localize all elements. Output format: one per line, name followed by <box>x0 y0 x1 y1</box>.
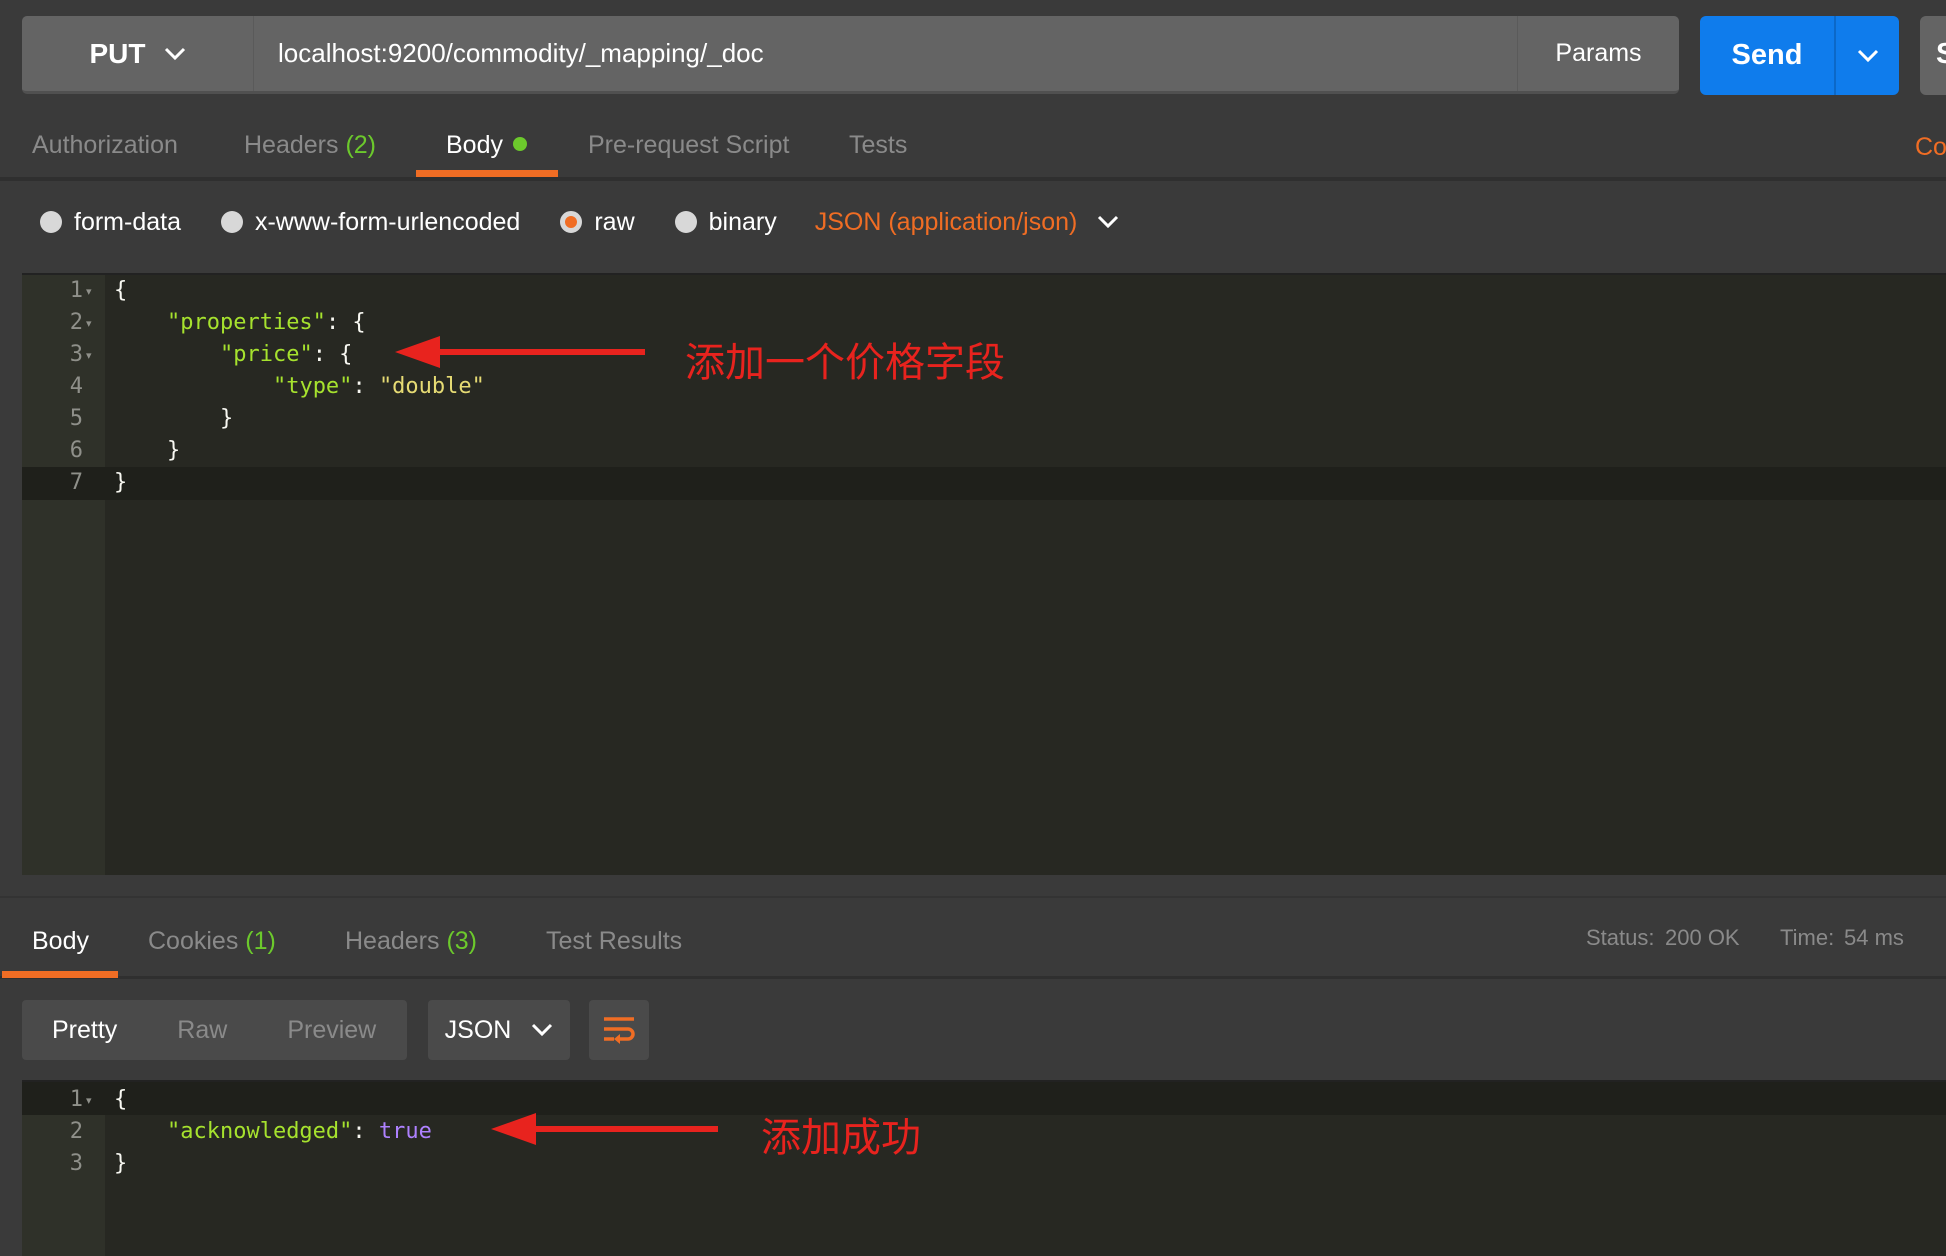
content-type-dropdown[interactable]: JSON (application/json) <box>815 208 1120 237</box>
line-number: 2 <box>69 1119 83 1144</box>
fold-icon[interactable]: ▾ <box>86 349 92 362</box>
code-line: { <box>114 278 128 303</box>
url-input[interactable]: localhost:9200/commodity/_mapping/_doc <box>278 16 764 91</box>
tab-label: Authorization <box>32 131 178 159</box>
annotation-arrow-icon <box>395 336 645 368</box>
annotation-request: 添加一个价格字段 <box>685 340 1005 386</box>
response-format-dropdown[interactable]: JSON <box>428 1000 570 1060</box>
params-button[interactable]: Params <box>1517 16 1679 91</box>
method-label: PUT <box>89 37 146 69</box>
code-line: "type": "double" <box>272 374 485 399</box>
chevron-down-icon <box>164 47 185 60</box>
send-button[interactable]: Send <box>1700 16 1836 95</box>
status-label: Status: <box>1586 925 1655 950</box>
radio-binary[interactable]: binary <box>674 207 777 237</box>
radio-raw[interactable]: raw <box>560 207 635 237</box>
annotation-arrow-icon <box>491 1113 718 1145</box>
tab-label: Body <box>446 131 503 159</box>
code-line: { <box>114 1087 128 1112</box>
tab-label: Test Results <box>546 927 683 955</box>
line-number: 3 <box>69 1151 83 1176</box>
method-dropdown[interactable]: PUT <box>22 16 254 91</box>
code-line: "acknowledged": true <box>166 1119 432 1144</box>
fold-icon[interactable]: ▾ <box>86 285 92 298</box>
headers-count: (2) <box>345 131 377 159</box>
radio-label: binary <box>708 207 777 236</box>
line-number: 1 <box>69 1087 83 1112</box>
chevron-down-icon <box>1857 49 1879 62</box>
tab-label: Pre-request Script <box>588 131 790 159</box>
line-number: 1 <box>69 278 83 303</box>
wrap-lines-icon <box>604 1017 635 1044</box>
tab-label: Headers <box>244 131 339 159</box>
request-tabs: Authorization Headers (2) Body Pre-reque… <box>0 120 1946 181</box>
cookies-link[interactable]: Co <box>1915 133 1946 162</box>
line-number: 5 <box>69 406 83 431</box>
tab-response-body[interactable]: Body <box>2 920 118 978</box>
radio-icon <box>220 211 243 233</box>
status-value: 200 OK <box>1665 925 1740 950</box>
request-bar: PUT localhost:9200/commodity/_mapping/_d… <box>22 16 1679 94</box>
tab-authorization[interactable]: Authorization <box>2 120 208 177</box>
tab-response-headers[interactable]: Headers (3) <box>315 920 507 978</box>
tab-response-cookies[interactable]: Cookies (1) <box>118 920 306 978</box>
code-line: } <box>114 438 181 463</box>
body-indicator-dot <box>512 137 527 151</box>
line-number: 6 <box>69 438 83 463</box>
tab-tests[interactable]: Tests <box>819 120 937 177</box>
radio-x-www-form-urlencoded[interactable]: x-www-form-urlencoded <box>220 207 521 237</box>
line-number: 4 <box>69 374 83 399</box>
tab-test-results[interactable]: Test Results <box>516 920 712 978</box>
code-line: "properties": { <box>166 310 366 335</box>
response-body-viewer: 1 2 3 ▾ { "acknowledged": true } <box>22 1080 1946 1256</box>
content-type-label: JSON (application/json) <box>814 207 1078 236</box>
radio-label: raw <box>594 207 635 236</box>
radio-form-data[interactable]: form-data <box>40 208 181 237</box>
fold-icon[interactable]: ▾ <box>86 317 92 330</box>
fold-icon[interactable]: ▾ <box>86 1094 92 1107</box>
cookies-count: (1) <box>245 927 276 955</box>
code-line: } <box>114 406 234 431</box>
radio-icon <box>40 211 62 233</box>
annotation-response: 添加成功 <box>761 1115 921 1161</box>
code-line: "price": { <box>219 342 353 367</box>
wrap-lines-button[interactable] <box>589 1000 649 1060</box>
chevron-down-icon <box>1098 215 1119 229</box>
line-number: 7 <box>69 470 83 495</box>
body-type-selector: form-data x-www-form-urlencoded raw bina… <box>40 204 1119 240</box>
radio-icon <box>674 211 697 233</box>
time-label: Time: <box>1780 925 1835 950</box>
radio-label: x-www-form-urlencoded <box>254 207 521 236</box>
mode-preview[interactable]: Preview <box>257 1016 406 1045</box>
active-line-highlight <box>22 467 1946 500</box>
tab-body[interactable]: Body <box>416 120 558 177</box>
chevron-down-icon <box>532 1023 553 1037</box>
line-number: 2 <box>69 310 83 335</box>
tab-label: Headers <box>345 927 440 955</box>
code-line: } <box>114 470 128 495</box>
radio-label: form-data <box>74 207 181 236</box>
line-number: 3 <box>69 342 83 367</box>
response-view-modes: Pretty Raw Preview <box>22 1000 407 1060</box>
tab-label: Cookies <box>148 927 239 955</box>
send-button-group: Send <box>1700 16 1899 95</box>
radio-selected-icon <box>560 211 583 233</box>
time-value: 54 ms <box>1844 925 1904 950</box>
tab-label: Body <box>32 927 89 955</box>
tab-headers[interactable]: Headers (2) <box>214 120 406 177</box>
send-dropdown-button[interactable] <box>1837 16 1899 95</box>
tab-pre-request-script[interactable]: Pre-request Script <box>558 120 819 177</box>
code-line: } <box>114 1151 128 1176</box>
save-button[interactable]: S <box>1920 16 1946 95</box>
active-line-highlight <box>22 1082 1946 1115</box>
mode-raw[interactable]: Raw <box>147 1016 257 1045</box>
mode-pretty[interactable]: Pretty <box>22 1016 147 1045</box>
format-label: JSON <box>444 1015 512 1044</box>
tab-label: Tests <box>849 131 908 159</box>
headers-count: (3) <box>446 927 478 955</box>
